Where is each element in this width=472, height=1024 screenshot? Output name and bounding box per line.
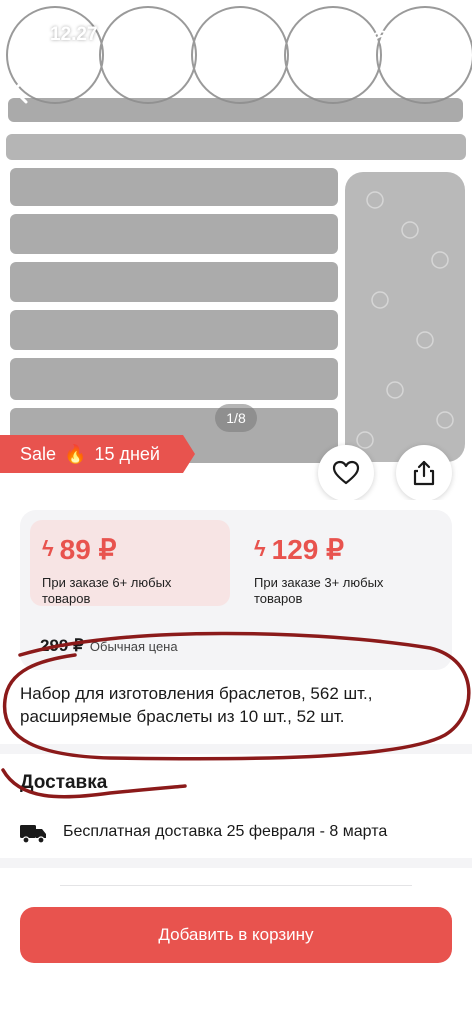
- regular-price: 299 ₽ Обычная цена: [40, 636, 178, 656]
- price-tier-3-plus[interactable]: ϟ 129 ₽ При заказе 3+ любых товаров: [242, 520, 442, 607]
- lightning-icon: ϟ: [42, 536, 54, 561]
- delivery-text: Бесплатная доставка 25 февраля - 8 марта: [63, 823, 388, 840]
- price-tier-6-plus[interactable]: ϟ 89 ₽ При заказе 6+ любых товаров: [30, 520, 230, 606]
- section-divider: [0, 744, 472, 754]
- share-button[interactable]: [396, 445, 452, 500]
- wifi-icon: [373, 30, 391, 39]
- section-divider: [0, 858, 472, 868]
- price-card: ϟ 89 ₽ При заказе 6+ любых товаров ϟ 129 ₽…: [20, 510, 452, 670]
- delivery-heading: Доставка: [20, 772, 108, 793]
- regular-price-label: Обычная цена: [89, 639, 178, 654]
- status-bar: 12.27: [0, 18, 472, 54]
- image-counter: 1/8: [215, 404, 257, 432]
- battery-icon: [399, 29, 435, 47]
- sale-label: Sale: [20, 444, 57, 464]
- sale-duration: 15 дней: [94, 444, 160, 464]
- product-title: Набор для изготовления браслетов, 562 шт…: [20, 684, 373, 726]
- tier-condition: При заказе 6+ любых товаров: [42, 575, 172, 606]
- favorite-button[interactable]: [318, 445, 374, 500]
- add-to-cart-button[interactable]: Добавить в корзину: [20, 907, 452, 963]
- share-icon: [413, 460, 435, 486]
- status-time: 12.27: [50, 24, 98, 45]
- lightning-icon: ϟ: [254, 536, 266, 561]
- product-image-gallery[interactable]: 12.27 1/8 Sale 🔥 15 дней: [0, 0, 472, 500]
- sale-badge: Sale 🔥 15 дней: [0, 435, 195, 473]
- delivery-row[interactable]: Бесплатная доставка 25 февраля - 8 марта: [20, 820, 460, 846]
- truck-icon: [20, 825, 46, 844]
- regular-price-amount: 299 ₽: [40, 636, 84, 655]
- tier-price: 89 ₽: [59, 534, 117, 565]
- back-icon[interactable]: [6, 72, 34, 108]
- divider-line: [60, 885, 412, 886]
- status-icons: [344, 29, 435, 47]
- fire-icon: 🔥: [64, 444, 87, 464]
- tier-condition: При заказе 3+ любых товаров: [254, 575, 384, 606]
- signal-icon: [344, 31, 362, 46]
- tier-price: 129 ₽: [271, 534, 344, 565]
- heart-icon: [332, 460, 360, 485]
